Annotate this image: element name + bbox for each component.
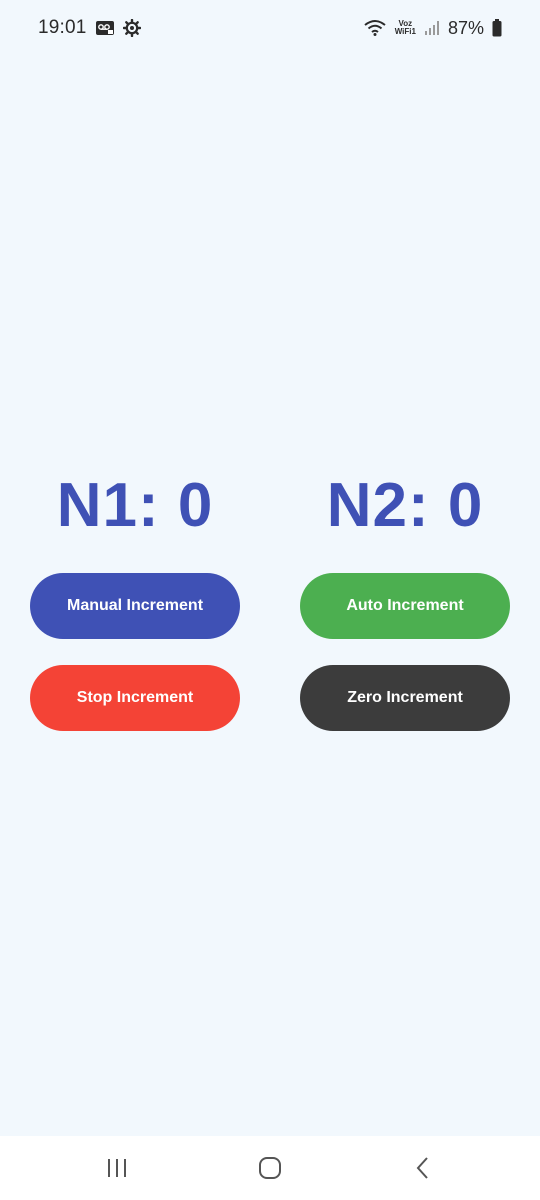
battery-percent: 87% bbox=[447, 17, 484, 38]
status-left: 19:01 bbox=[38, 17, 141, 39]
recent-apps-icon[interactable] bbox=[87, 1144, 147, 1192]
voz-bottom: WiFi1 bbox=[394, 27, 416, 36]
manual-increment-button[interactable]: Manual Increment bbox=[30, 573, 240, 639]
settings-gear-icon bbox=[122, 19, 141, 37]
counter-n2: N2: 0 bbox=[326, 471, 484, 540]
status-right: Voz WiFi1 87% bbox=[363, 18, 502, 39]
status-time: 19:01 bbox=[38, 17, 87, 38]
home-icon[interactable] bbox=[240, 1144, 300, 1192]
voz-wifi-label: Voz WiFi1 bbox=[395, 20, 416, 36]
navigation-bar bbox=[0, 1136, 540, 1200]
stop-increment-button[interactable]: Stop Increment bbox=[30, 665, 240, 731]
auto-increment-button[interactable]: Auto Increment bbox=[300, 573, 510, 639]
battery-icon bbox=[492, 19, 502, 37]
status-bar: 19:01 Voz WiFi1 87% bbox=[0, 0, 540, 56]
back-icon[interactable] bbox=[393, 1144, 453, 1192]
wifi-calling-icon bbox=[363, 19, 387, 37]
counter-n1: N1: 0 bbox=[56, 471, 214, 540]
zero-increment-button[interactable]: Zero Increment bbox=[300, 665, 510, 731]
signal-icon bbox=[424, 20, 440, 36]
voicemail-icon bbox=[95, 20, 115, 36]
